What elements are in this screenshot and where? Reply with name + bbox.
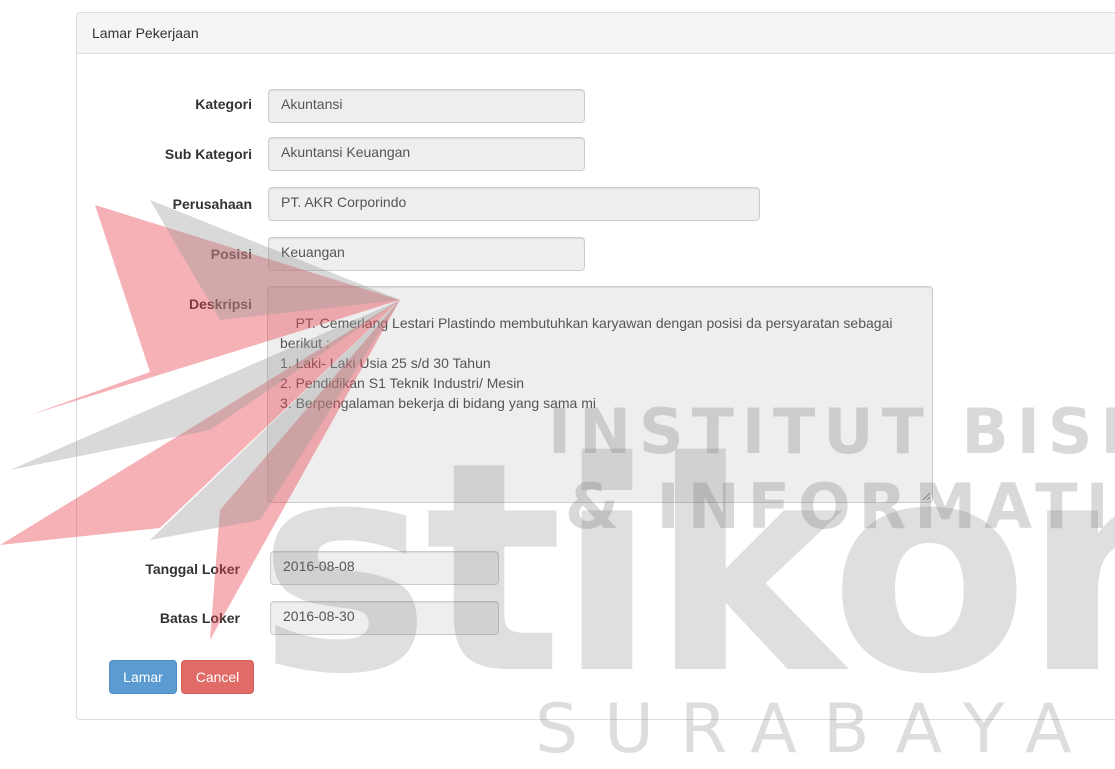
kategori-field[interactable]: Akuntansi: [268, 89, 585, 123]
sub-kategori-label: Sub Kategori: [164, 146, 252, 162]
tanggal-loker-field[interactable]: 2016-08-08: [270, 551, 499, 585]
kategori-label: Kategori: [195, 96, 252, 112]
deskripsi-text: PT. Cemerlang Lestari Plastindo membutuh…: [280, 315, 893, 411]
sub-kategori-field[interactable]: Akuntansi Keuangan: [268, 137, 585, 171]
tanggal-loker-label: Tanggal Loker: [145, 561, 240, 577]
deskripsi-label: Deskripsi: [188, 296, 252, 312]
batas-loker-field[interactable]: 2016-08-30: [270, 601, 499, 635]
lamar-button[interactable]: Lamar: [109, 660, 177, 694]
perusahaan-field[interactable]: PT. AKR Corporindo: [268, 187, 760, 221]
deskripsi-textarea[interactable]: PT. Cemerlang Lestari Plastindo membutuh…: [267, 286, 933, 503]
batas-loker-label: Batas Loker: [159, 610, 240, 626]
posisi-field[interactable]: Keuangan: [268, 237, 585, 271]
job-application-panel: Lamar Pekerjaan Kategori Akuntansi Sub K…: [76, 12, 1115, 720]
panel-title: Lamar Pekerjaan: [77, 13, 1115, 54]
resize-handle-icon[interactable]: [922, 492, 930, 500]
posisi-label: Posisi: [210, 246, 252, 262]
perusahaan-label: Perusahaan: [172, 196, 252, 212]
cancel-button[interactable]: Cancel: [181, 660, 254, 694]
